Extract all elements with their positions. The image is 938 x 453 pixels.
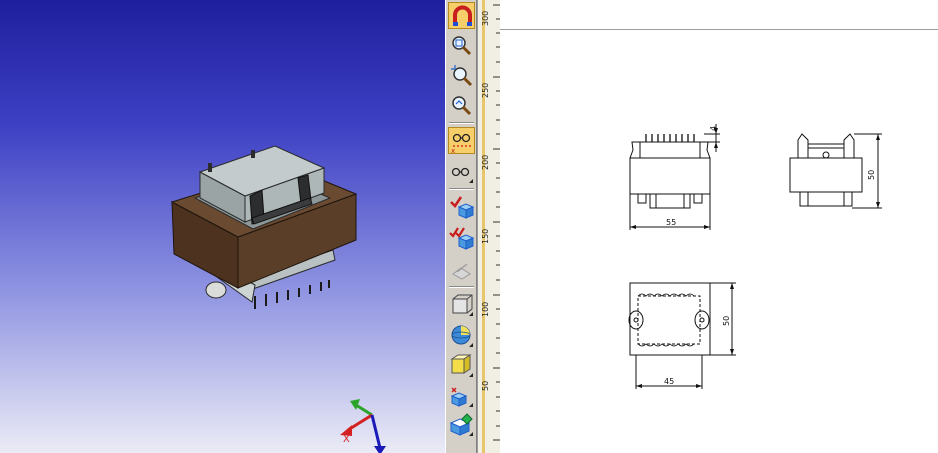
color-cube-icon (449, 413, 473, 436)
zoom-window-icon (452, 36, 472, 56)
check-part-icon (450, 196, 475, 219)
wireframe-box-icon (452, 294, 473, 316)
section-cube-icon (450, 387, 473, 407)
zoom-previous-button[interactable] (448, 92, 475, 119)
shaded-cube-button[interactable] (448, 352, 475, 379)
shaded-cube-icon (450, 354, 473, 377)
wireframe-box-button[interactable] (448, 291, 475, 318)
front-pin-dimension: 4 (709, 126, 718, 131)
check-part-button[interactable] (448, 193, 475, 220)
magnet-snap-button[interactable] (448, 2, 475, 29)
zoom-fit-button[interactable] (448, 62, 475, 89)
measure-disabled-button[interactable] (448, 256, 475, 283)
render-sphere-button[interactable] (448, 322, 475, 349)
render-sphere-icon (451, 325, 473, 347)
hidden-lines-dashed-icon: x (451, 133, 473, 155)
ruler-label-50: 50 (481, 380, 490, 391)
front-width-dimension: 55 (666, 218, 676, 227)
ruler-label-300: 300 (481, 10, 490, 26)
check-parts-multiple-icon (449, 227, 475, 250)
section-cube-button[interactable] (448, 382, 475, 409)
top-height-dimension: 50 (722, 316, 731, 326)
zoom-previous-icon (452, 96, 472, 116)
measure-disabled-icon (452, 263, 471, 280)
magnet-snap-icon (453, 5, 472, 26)
top-width-dimension: 45 (664, 377, 674, 386)
zoom-fit-icon (451, 65, 473, 87)
drawing-views[interactable]: 55 4 50 45 50 (500, 0, 938, 453)
hidden-lines-dashed-button[interactable]: x (448, 127, 475, 155)
view-toolbar: x (445, 0, 477, 453)
ruler-label-150: 150 (481, 228, 490, 244)
x-axis-label: X (343, 434, 350, 445)
hidden-lines-visible-icon (451, 167, 473, 183)
side-height-dimension: 50 (867, 170, 876, 180)
vertical-ruler: 300 250 200 150 100 50 (477, 0, 500, 453)
3d-viewport[interactable]: X (0, 0, 445, 453)
front-view (629, 124, 720, 230)
hidden-lines-visible-button[interactable] (448, 158, 475, 185)
ruler-label-200: 200 (481, 154, 490, 170)
check-parts-multiple-button[interactable] (448, 224, 475, 251)
drawing-sheet[interactable]: 55 4 50 45 50 (500, 0, 938, 453)
zoom-window-button[interactable] (448, 32, 475, 59)
ruler-label-250: 250 (481, 82, 490, 98)
ruler-label-100: 100 (481, 301, 490, 317)
svg-text:x: x (451, 147, 455, 155)
axis-triad: X (340, 399, 386, 453)
top-view (628, 282, 736, 389)
color-cube-button[interactable] (448, 411, 475, 438)
